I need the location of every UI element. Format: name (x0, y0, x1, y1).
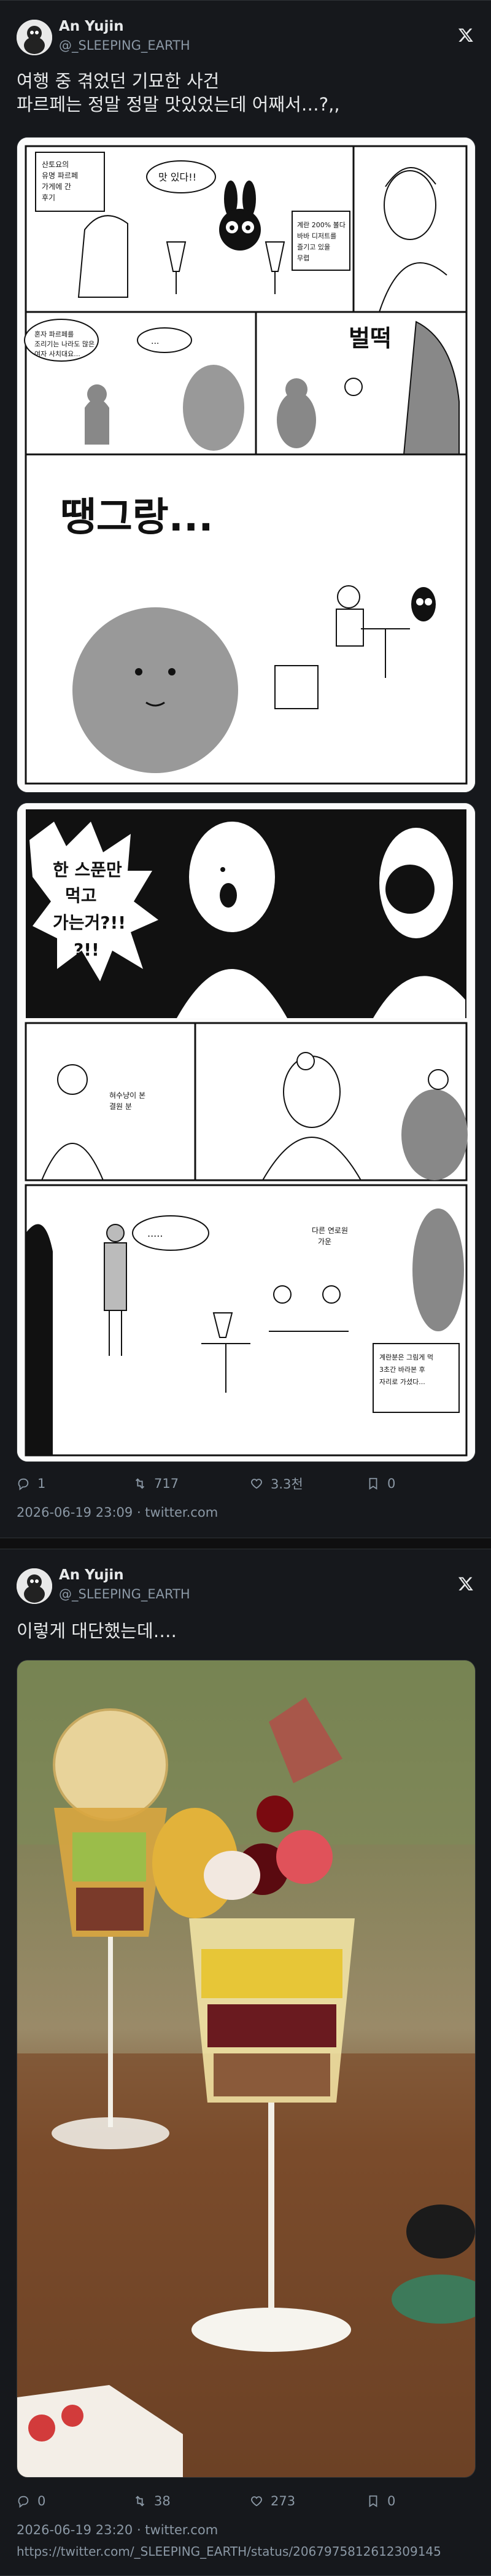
comic-panel-1: 산토요의 유명 파르페 가게에 간 후기 맛 있다!! 계란 200% 볼다 바… (25, 145, 468, 313)
comic-panel-5: 한 스푼만 먹고 가는거?!! ?!! (26, 809, 466, 1018)
retweet-button[interactable]: 38 (133, 2491, 171, 2512)
timestamp[interactable]: 2026-06-19 23:20 (17, 2523, 133, 2537)
svg-text:결원 분: 결원 분 (109, 1102, 132, 1111)
svg-text:가게에 간: 가게에 간 (42, 182, 71, 191)
svg-text:?!!: ?!! (74, 940, 99, 960)
svg-text:산토요의: 산토요의 (42, 160, 69, 169)
like-button[interactable]: 3.3천 (250, 1473, 303, 1494)
reply-button[interactable]: 1 (17, 1473, 45, 1494)
retweet-count: 38 (154, 2494, 171, 2508)
like-icon (251, 2496, 262, 2507)
comic-panel-3: 벌떡 (255, 311, 468, 456)
svg-text:혼자 파르페를: 혼자 파르페를 (34, 330, 74, 338)
bookmark-button[interactable]: 0 (366, 2491, 395, 2512)
bookmark-count: 0 (387, 1476, 396, 1491)
author-handle[interactable]: @_SLEEPING_EARTH (59, 38, 190, 53)
reply-icon (18, 1478, 29, 1490)
bookmark-icon (369, 2495, 377, 2507)
tweet-header: An Yujin @_SLEEPING_EARTH (17, 1565, 479, 1614)
comic-panel-7: ..... 다른 연로원 가운 계란분은 그림게 먹 3초간 바라본 후 자리로… (25, 1184, 468, 1457)
comic-image-2[interactable]: 한 스푼만 먹고 가는거?!! ?!! 혀수냥이 본 결원 분 ..... 다른… (17, 803, 476, 1462)
svg-text:자리로 가셨다...: 자리로 가셨다... (379, 1378, 425, 1386)
svg-text:바바 디저트를: 바바 디저트를 (297, 232, 336, 240)
reply-count: 1 (37, 1476, 46, 1491)
tweet-card: An Yujin @_SLEEPING_EARTH 이렇게 대단했는데…. 0 … (0, 1549, 491, 2576)
parfait-photo[interactable] (17, 1660, 476, 2478)
tweet-actions: 1 717 3.3천 0 (17, 1473, 474, 1494)
svg-text:...: ... (151, 337, 159, 346)
svg-text:조리기는 나라도 많은: 조리기는 나라도 많은 (34, 340, 95, 348)
author-handle[interactable]: @_SLEEPING_EARTH (59, 1587, 190, 1601)
svg-text:.....: ..... (147, 1228, 163, 1239)
tweet-text: 이렇게 대단했는데…. (17, 1621, 177, 1641)
retweet-button[interactable]: 717 (133, 1473, 179, 1494)
reply-icon (18, 2496, 29, 2508)
svg-text:즐기고 있을: 즐기고 있을 (297, 243, 330, 251)
tweet-meta: 2026-06-19 23:20 · twitter.com (17, 2523, 218, 2537)
bookmark-icon (369, 1477, 377, 1490)
tweet-text: 여행 중 겪었던 기묘한 사건 파르페는 정말 정말 맛있었는데 어째서…?,, (17, 71, 340, 115)
tweet-card: An Yujin @_SLEEPING_EARTH 여행 중 겪었던 기묘한 사… (0, 0, 491, 1538)
author-name[interactable]: An Yujin (59, 1567, 124, 1583)
like-icon (251, 1479, 262, 1489)
tweet-actions: 0 38 273 0 (17, 2491, 474, 2512)
svg-text:후기: 후기 (42, 193, 55, 202)
comic-panel-4: 땡그랑... (25, 453, 468, 785)
x-logo-icon[interactable] (458, 1576, 474, 1592)
svg-text:유명 파르페: 유명 파르페 (42, 171, 78, 180)
bookmark-count: 0 (387, 2494, 396, 2508)
tweet-meta: 2026-06-19 23:09 · twitter.com (17, 1505, 218, 1520)
svg-text:맛 있다!!: 맛 있다!! (158, 171, 196, 183)
avatar[interactable] (17, 1568, 52, 1604)
reply-count: 0 (37, 2494, 46, 2508)
svg-text:먹고: 먹고 (65, 885, 97, 906)
svg-text:땡그랑...: 땡그랑... (60, 495, 214, 540)
avatar[interactable] (17, 20, 52, 55)
source[interactable]: twitter.com (145, 2523, 218, 2537)
retweet-icon (135, 1478, 145, 1489)
comic-image-1[interactable]: 산토요의 유명 파르페 가게에 간 후기 맛 있다!! 계란 200% 볼다 바… (17, 137, 476, 793)
like-count: 3.3천 (271, 1477, 303, 1492)
source[interactable]: twitter.com (145, 1505, 218, 1520)
meta-separator: · (136, 2523, 145, 2537)
reply-button[interactable]: 0 (17, 2491, 45, 2512)
bookmark-button[interactable]: 0 (366, 1473, 395, 1494)
svg-text:가는거?!!: 가는거?!! (53, 912, 126, 933)
svg-text:여자 사치대요...: 여자 사치대요... (34, 350, 80, 358)
retweet-icon (135, 2496, 145, 2507)
svg-text:계란분은 그림게 먹: 계란분은 그림게 먹 (379, 1353, 433, 1361)
svg-text:다른 연로원: 다른 연로원 (312, 1226, 348, 1235)
author-name[interactable]: An Yujin (59, 18, 124, 34)
like-button[interactable]: 273 (250, 2491, 295, 2512)
comic-panel-6: 혀수냥이 본 결원 분 (25, 1022, 468, 1181)
tweet-url[interactable]: https://twitter.com/_SLEEPING_EARTH/stat… (17, 2544, 441, 2559)
svg-text:혀수냥이 본: 혀수냥이 본 (109, 1091, 145, 1100)
svg-text:3초간 바라본 후: 3초간 바라본 후 (379, 1366, 425, 1374)
svg-text:가운: 가운 (318, 1237, 331, 1246)
svg-text:벌떡: 벌떡 (349, 325, 392, 352)
like-count: 273 (271, 2494, 296, 2508)
comic-panel-2: 혼자 파르페를 조리기는 나라도 많은 여자 사치대요... ... (24, 311, 257, 456)
retweet-count: 717 (154, 1476, 179, 1491)
svg-text:무렵: 무렵 (297, 254, 309, 262)
svg-text:계란 200% 볼다: 계란 200% 볼다 (297, 221, 346, 229)
x-logo-icon[interactable] (458, 27, 474, 43)
svg-text:한 스푼만: 한 스푼만 (53, 860, 122, 880)
meta-separator: · (136, 1505, 145, 1520)
timestamp[interactable]: 2026-06-19 23:09 (17, 1505, 133, 1520)
tweet-header: An Yujin @_SLEEPING_EARTH (17, 16, 479, 65)
